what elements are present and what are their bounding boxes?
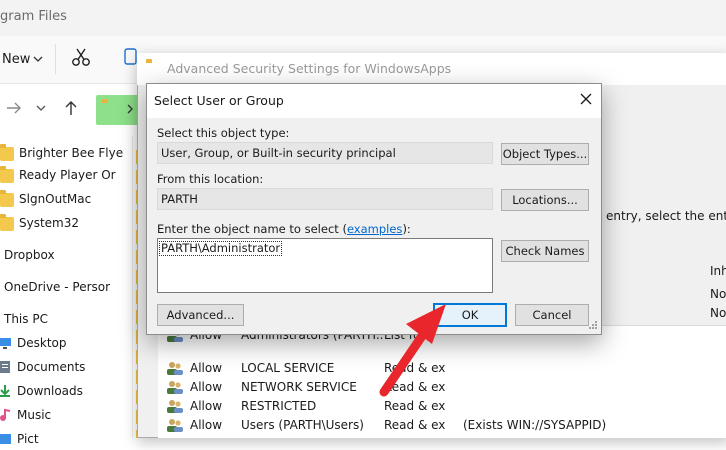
advanced-security-title: Advanced Security Settings for WindowsAp…: [167, 61, 452, 76]
object-name-label-prefix: Enter the object name to select (: [157, 222, 347, 236]
object-types-button[interactable]: Object Types...: [501, 143, 589, 165]
sidebar-item-pictures[interactable]: Pict: [0, 428, 132, 450]
explorer-titlebar: [0, 0, 726, 36]
navigation-pane: Brighter Bee Flye Ready Player Or SlgnOu…: [0, 136, 132, 446]
permission-access: Read & ex: [384, 399, 446, 413]
desktop-icon: [0, 338, 11, 349]
folder-icon: [0, 190, 14, 207]
toolbar-divider: [55, 44, 56, 74]
dialog-title: Select User or Group: [154, 93, 284, 108]
permission-type: Allow: [190, 399, 223, 413]
permission-condition: (Exists WIN://SYSAPPID): [463, 418, 607, 432]
users-icon: [167, 400, 183, 413]
table-row[interactable]: Allow Users (PARTH\Users) Read & ex (Exi…: [160, 415, 663, 435]
permission-principal: Users (PARTH\Users): [241, 418, 364, 432]
locations-button[interactable]: Locations...: [501, 189, 589, 211]
pane-divider: [132, 136, 133, 438]
sidebar-item-dropbox[interactable]: Dropbox: [0, 244, 132, 266]
chevron-down-icon[interactable]: [33, 55, 43, 63]
copy-icon[interactable]: [124, 46, 138, 68]
downloads-icon: [0, 385, 10, 397]
sidebar-item-music[interactable]: Music: [0, 404, 132, 426]
sidebar-item-label: SlgnOutMac: [19, 192, 92, 206]
permission-type: Allow: [190, 361, 223, 375]
documents-icon: [0, 361, 10, 373]
up-arrow-icon[interactable]: [64, 100, 78, 116]
object-name-label-suffix: ):: [402, 222, 411, 236]
music-icon: [0, 408, 11, 421]
sidebar-item-label: Ready Player Or: [19, 168, 116, 182]
sidebar-item-downloads[interactable]: Downloads: [0, 380, 132, 402]
object-type-label: Select this object type:: [157, 126, 290, 140]
new-button[interactable]: New: [2, 52, 30, 67]
object-name-value: PARTH\Administrator: [159, 241, 283, 256]
pictures-icon: [0, 434, 11, 444]
sidebar-item-label: Pict: [17, 432, 39, 446]
cut-icon[interactable]: [70, 46, 92, 68]
explorer-title: gram Files: [0, 9, 67, 24]
folder-icon: [0, 214, 14, 231]
object-name-label: Enter the object name to select (example…: [157, 222, 411, 236]
sidebar-item[interactable]: SlgnOutMac: [0, 188, 132, 210]
sidebar-item-label: This PC: [4, 312, 48, 326]
close-icon: [580, 93, 592, 105]
sidebar-item-label: Downloads: [17, 384, 83, 398]
permission-type: Allow: [190, 380, 223, 394]
sidebar-item-label: OneDrive - Persor: [4, 280, 111, 294]
sidebar-item-documents[interactable]: Documents: [0, 356, 132, 378]
sidebar-item[interactable]: System32: [0, 212, 132, 234]
location-field: PARTH: [157, 188, 493, 210]
sidebar-item-label: System32: [19, 216, 80, 230]
sidebar-item-label: Music: [17, 408, 52, 422]
sidebar-item-label: Desktop: [17, 336, 67, 350]
users-icon: [167, 362, 183, 375]
cancel-button[interactable]: Cancel: [515, 304, 589, 326]
permission-principal: LOCAL SERVICE: [241, 361, 335, 375]
sidebar-item-onedrive[interactable]: OneDrive - Persor: [0, 276, 132, 298]
back-arrow-icon[interactable]: [6, 101, 22, 115]
permission-type: Allow: [190, 418, 223, 432]
chevron-right-icon[interactable]: [126, 103, 134, 115]
resize-grip-icon[interactable]: [586, 320, 598, 332]
close-button[interactable]: [574, 87, 598, 111]
advanced-button[interactable]: Advanced...: [157, 304, 244, 326]
annotation-arrow-icon: [379, 304, 446, 397]
users-icon: [167, 419, 183, 432]
sidebar-item-label: Brighter Bee Flye: [19, 146, 124, 160]
sidebar-item-label: Dropbox: [4, 248, 55, 262]
sidebar-item-this-pc[interactable]: This PC: [0, 308, 132, 330]
inherited-header[interactable]: Inh: [710, 264, 726, 278]
sidebar-item-label: Documents: [17, 360, 86, 374]
permission-access: Read & ex: [384, 418, 446, 432]
examples-link[interactable]: examples: [347, 222, 403, 236]
users-icon: [167, 381, 183, 394]
object-type-field: User, Group, or Built-in security princi…: [157, 142, 493, 164]
sidebar-item[interactable]: Ready Player Or: [0, 164, 132, 186]
sidebar-item[interactable]: Brighter Bee Flye: [0, 142, 132, 164]
permission-principal: RESTRICTED: [241, 399, 317, 413]
permission-principal: NETWORK SERVICE: [241, 380, 357, 394]
sidebar-item-desktop[interactable]: Desktop: [0, 332, 132, 354]
instruction-text: entry, select the entry a: [606, 209, 726, 223]
folder-icon: [0, 144, 14, 161]
inherited-value: No: [710, 287, 726, 301]
folder-icon: [0, 166, 14, 183]
inherited-value: No: [710, 306, 726, 320]
location-label: From this location:: [157, 172, 264, 186]
check-names-button[interactable]: Check Names: [501, 240, 589, 262]
chevron-down-icon[interactable]: [36, 104, 46, 112]
